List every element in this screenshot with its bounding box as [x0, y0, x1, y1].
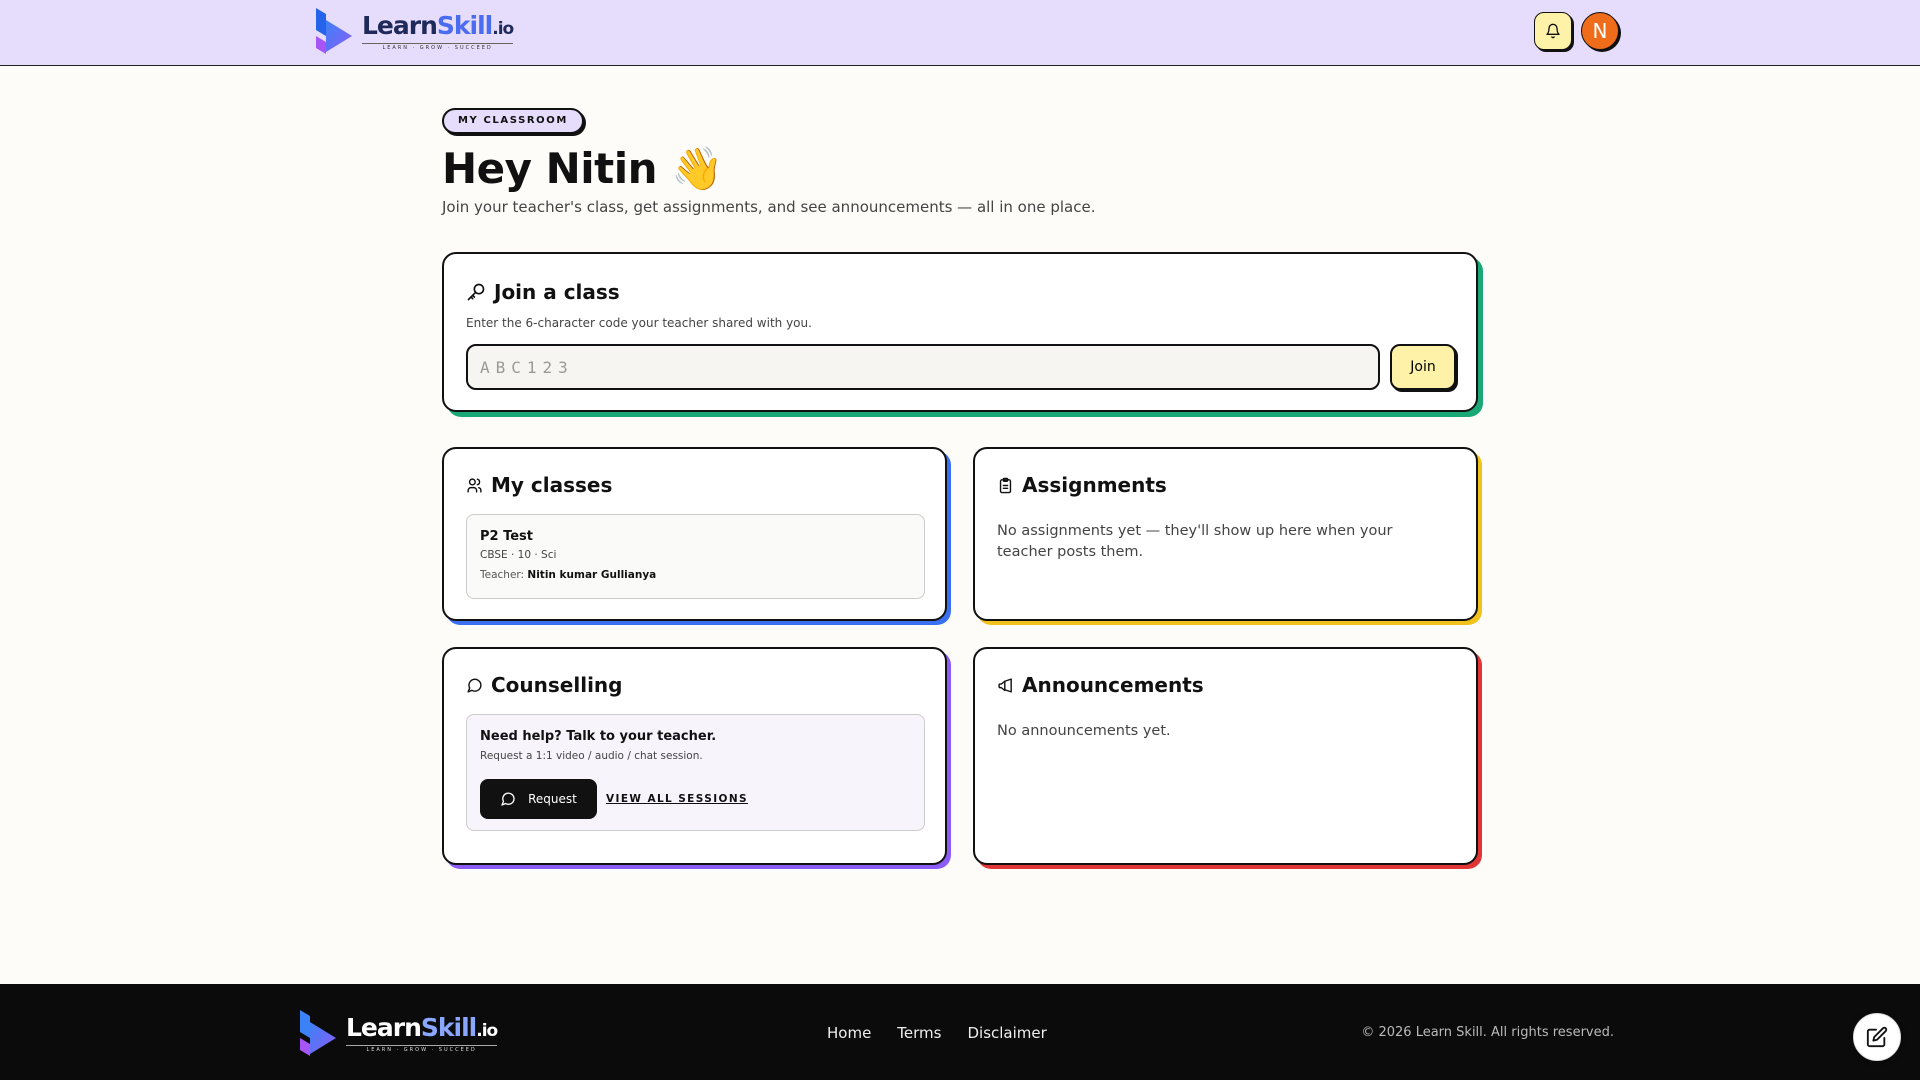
class-code-input[interactable] [466, 344, 1380, 390]
join-class-card: Join a class Enter the 6-character code … [442, 252, 1478, 412]
users-icon [467, 477, 482, 493]
counselling-help-box: Need help? Talk to your teacher. Request… [466, 714, 925, 831]
assignments-empty-text: No assignments yet — they'll show up her… [997, 523, 1393, 560]
help-subtitle: Request a 1:1 video / audio / chat sessi… [480, 750, 703, 762]
footer-link-terms[interactable]: Terms [897, 1024, 941, 1042]
page-title: Hey Nitin 👋 [442, 144, 723, 193]
announcements-title: Announcements [1022, 673, 1204, 697]
footer-logo[interactable]: LearnSkill.io LEARN · GROW · SUCCEED [296, 1008, 498, 1058]
footer-copyright: © 2026 Learn Skill. All rights reserved. [1361, 1025, 1614, 1040]
edit-fab-button[interactable] [1853, 1013, 1901, 1061]
class-list-item[interactable]: P2 Test CBSE · 10 · Sci Teacher: Nitin k… [466, 514, 925, 599]
announcements-card: Announcements No announcements yet. [973, 647, 1478, 865]
page-subtitle: Join your teacher's class, get assignmen… [442, 198, 1096, 216]
edit-icon [1866, 1026, 1888, 1048]
teacher-label: Teacher: [480, 569, 528, 581]
avatar-initial: N [1592, 19, 1608, 43]
footer-link-disclaimer[interactable]: Disclaimer [967, 1024, 1046, 1042]
megaphone-icon [998, 677, 1012, 693]
logo-tagline: LEARN · GROW · SUCCEED [362, 42, 514, 51]
request-session-button[interactable]: Request [480, 779, 597, 819]
help-title: Need help? Talk to your teacher. [480, 729, 717, 744]
request-label: Request [528, 792, 577, 806]
user-avatar-button[interactable]: N [1581, 12, 1619, 50]
view-all-sessions-link[interactable]: VIEW ALL SESSIONS [606, 793, 748, 805]
my-classes-title: My classes [491, 473, 613, 497]
section-pill: MY CLASSROOM [442, 108, 584, 134]
page-footer: LearnSkill.io LEARN · GROW · SUCCEED Hom… [0, 984, 1920, 1080]
my-classes-card: My classes P2 Test CBSE · 10 · Sci Teach… [442, 447, 947, 621]
logo-text-learn: Learn [362, 10, 438, 40]
assignments-card: Assignments No assignments yet — they'll… [973, 447, 1478, 621]
class-meta: CBSE · 10 · Sci [480, 549, 557, 561]
join-button[interactable]: Join [1390, 344, 1456, 390]
logo-text-io: .io [476, 1020, 498, 1041]
clipboard-icon [999, 477, 1012, 493]
join-class-hint: Enter the 6-character code your teacher … [466, 316, 812, 330]
counselling-card: Counselling Need help? Talk to your teac… [442, 647, 947, 865]
assignments-title: Assignments [1022, 473, 1167, 497]
logo-mark-icon [300, 1010, 336, 1056]
chat-bubble-icon [501, 792, 515, 806]
logo-mark-icon [316, 8, 352, 54]
notifications-button[interactable] [1534, 12, 1572, 50]
footer-link-home[interactable]: Home [827, 1024, 871, 1042]
logo-tagline: LEARN · GROW · SUCCEED [346, 1044, 498, 1053]
announcements-empty-text: No announcements yet. [997, 723, 1171, 739]
bell-icon [1546, 23, 1560, 39]
logo-text-skill: Skill [436, 10, 493, 40]
teacher-name: Nitin kumar Gullianya [527, 569, 657, 581]
logo-text-skill: Skill [420, 1012, 477, 1042]
join-class-title: Join a class [494, 280, 620, 304]
counselling-title: Counselling [491, 673, 623, 697]
class-teacher: Teacher: Nitin kumar Gullianya [480, 569, 911, 581]
top-header: LearnSkill.io LEARN · GROW · SUCCEED N [0, 0, 1920, 66]
header-logo[interactable]: LearnSkill.io LEARN · GROW · SUCCEED [312, 6, 514, 56]
footer-nav: Home Terms Disclaimer [827, 1024, 1047, 1042]
logo-text-learn: Learn [346, 1012, 422, 1042]
logo-text-io: .io [492, 18, 514, 39]
key-icon [467, 283, 485, 301]
chat-bubble-icon [467, 678, 482, 693]
class-name: P2 Test [480, 529, 534, 544]
